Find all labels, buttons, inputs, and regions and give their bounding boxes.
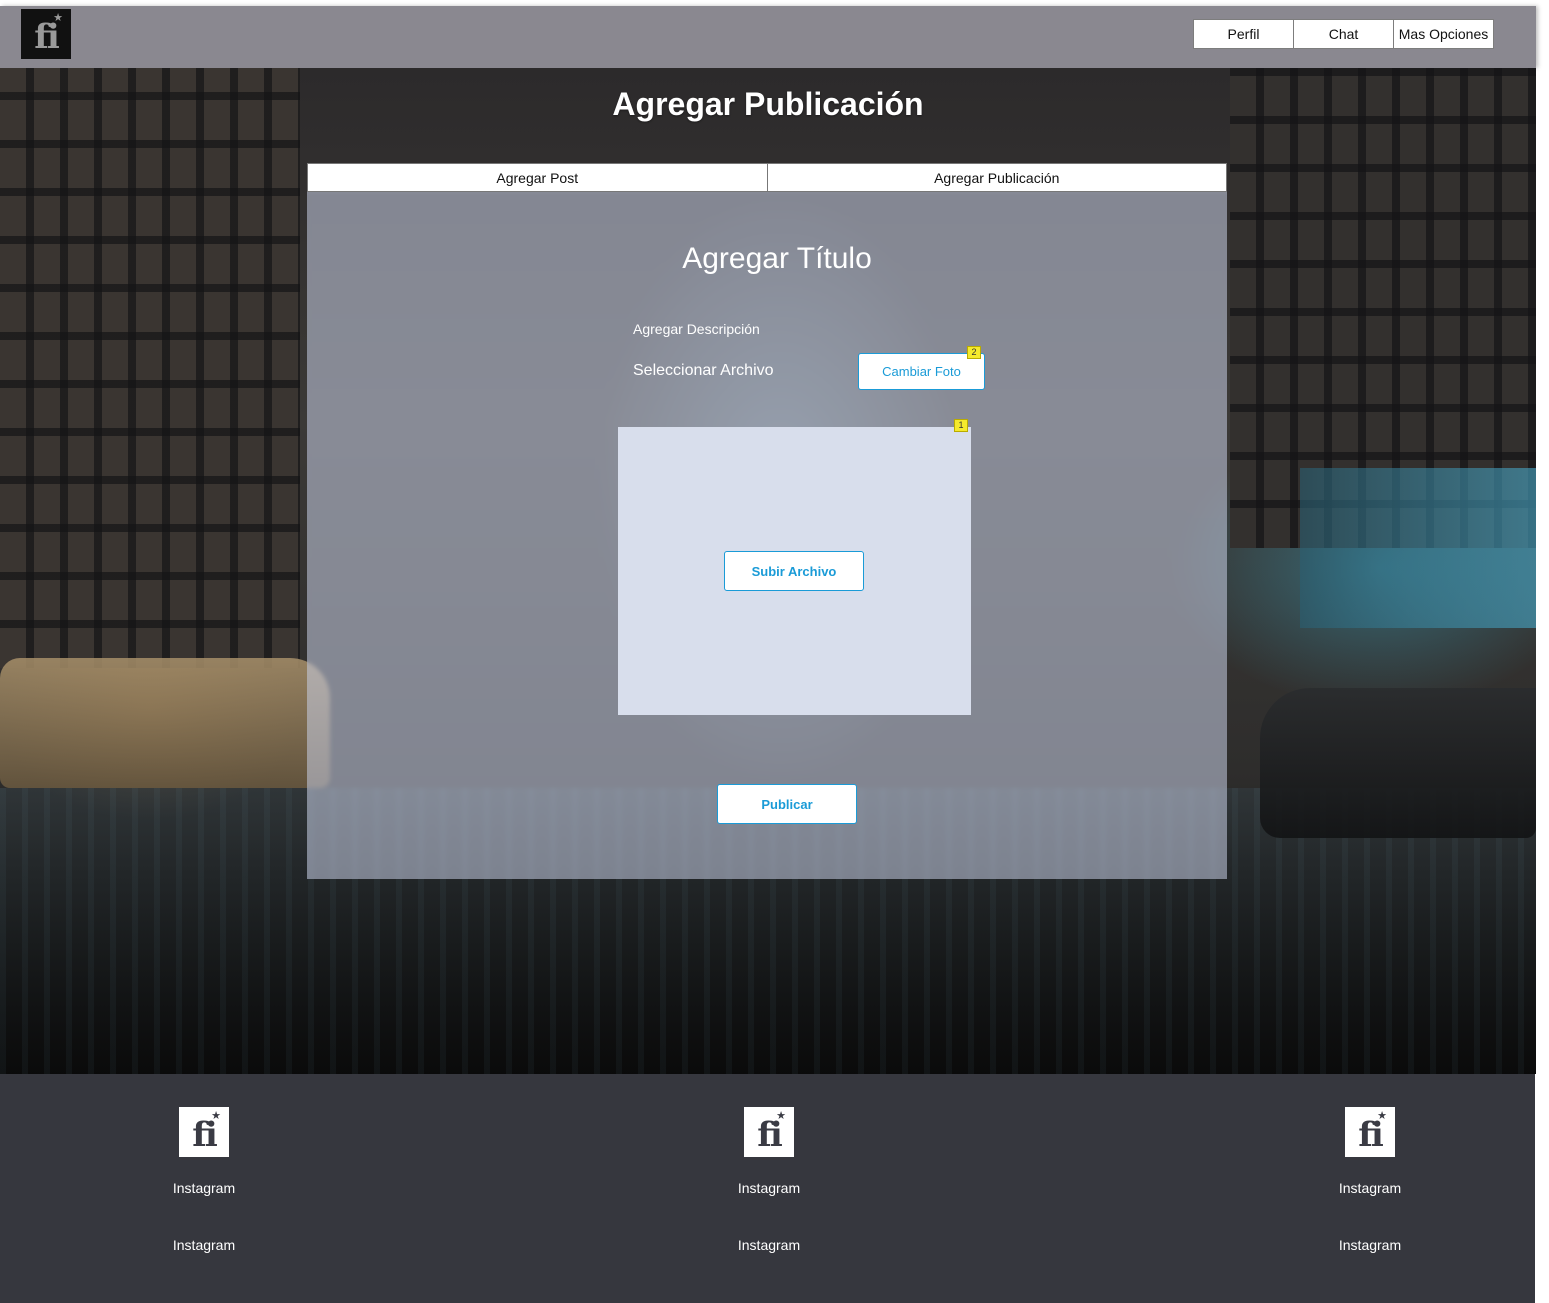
top-nav: Perfil Chat Mas Opciones	[1193, 19, 1494, 49]
upload-badge: 1	[954, 419, 968, 432]
footer-instagram-link[interactable]: Instagram	[134, 1180, 274, 1196]
top-bar: fi ★ Perfil Chat Mas Opciones	[0, 6, 1536, 68]
change-photo-label: Cambiar Foto	[882, 364, 961, 379]
fi-logo-icon[interactable]: fi ★	[21, 9, 71, 59]
change-photo-badge: 2	[967, 346, 981, 359]
tab-bar: Agregar Post Agregar Publicación	[307, 163, 1227, 192]
nav-chat-button[interactable]: Chat	[1293, 19, 1394, 49]
tab-agregar-post[interactable]: Agregar Post	[307, 163, 768, 192]
footer-instagram-link[interactable]: Instagram	[1300, 1237, 1440, 1253]
nav-more-options-button[interactable]: Mas Opciones	[1393, 19, 1494, 49]
upload-file-button[interactable]: Subir Archivo	[724, 551, 864, 591]
title-input[interactable]: Agregar Título	[307, 242, 1247, 276]
building-left	[0, 68, 300, 668]
nav-perfil-button[interactable]: Perfil	[1193, 19, 1294, 49]
page-title: Agregar Publicación	[612, 86, 924, 122]
fi-logo-icon[interactable]: fi ★	[1345, 1107, 1395, 1157]
footer-instagram-link[interactable]: Instagram	[699, 1237, 839, 1253]
publication-form-panel: Agregar Título Agregar Descripción Selec…	[307, 192, 1227, 879]
footer-instagram-link[interactable]: Instagram	[699, 1180, 839, 1196]
fi-logo-icon[interactable]: fi ★	[744, 1107, 794, 1157]
publish-button[interactable]: Publicar	[717, 784, 857, 824]
dark-car	[1260, 688, 1536, 838]
taxi-car	[0, 658, 330, 788]
footer: fi ★ Instagram Instagram fi ★ Instagram In…	[0, 1074, 1535, 1303]
footer-instagram-link[interactable]: Instagram	[134, 1237, 274, 1253]
tab-agregar-publicacion[interactable]: Agregar Publicación	[766, 163, 1227, 192]
description-input[interactable]: Agregar Descripción	[633, 321, 760, 337]
upload-drop-area[interactable]: 1 Subir Archivo	[618, 419, 971, 715]
change-photo-button[interactable]: Cambiar Foto 2	[858, 346, 985, 390]
select-file-label: Seleccionar Archivo	[633, 362, 774, 379]
fi-logo-icon[interactable]: fi ★	[179, 1107, 229, 1157]
store-sign	[1300, 468, 1536, 628]
footer-instagram-link[interactable]: Instagram	[1300, 1180, 1440, 1196]
